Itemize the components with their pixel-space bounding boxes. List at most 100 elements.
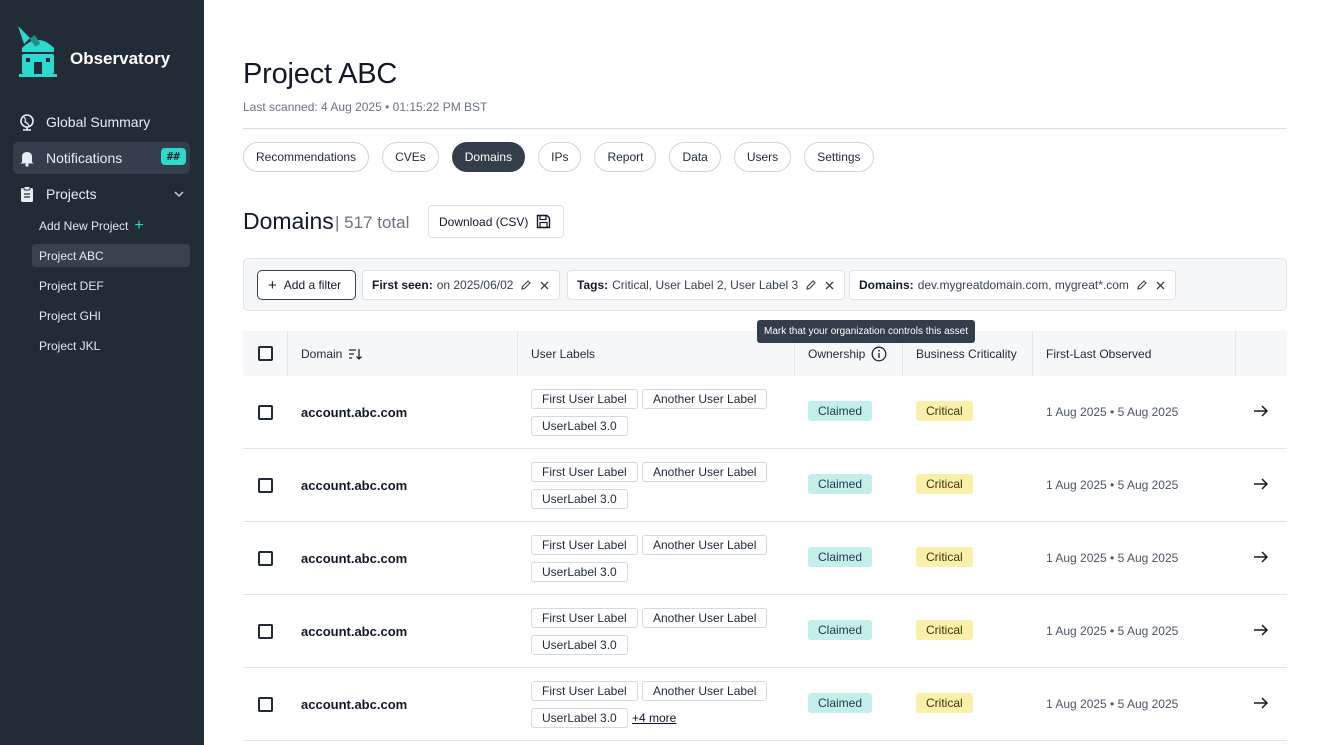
notification-badge: ## xyxy=(160,148,186,165)
filter-key: Tags: xyxy=(577,278,609,292)
table-row[interactable]: account.abc.com First User Label Another… xyxy=(243,376,1287,449)
user-label-tag: Another User Label xyxy=(642,462,768,482)
main-content: Project ABC Last scanned: 4 Aug 2025 • 0… xyxy=(204,0,1324,745)
arrow-right-icon[interactable] xyxy=(1252,694,1270,712)
chevron-down-icon[interactable] xyxy=(172,187,186,204)
table-row[interactable]: account.abc.com First User Label Another… xyxy=(243,668,1287,741)
user-label-tag: UserLabel 3.0 xyxy=(531,416,628,436)
filter-key: First seen: xyxy=(372,278,433,292)
row-checkbox[interactable] xyxy=(258,697,273,712)
observed-dates: 1 Aug 2025 • 5 Aug 2025 xyxy=(1046,697,1179,711)
nav-notifications[interactable]: Notifications ## xyxy=(13,142,190,174)
sidebar: Observatory Global Summary Notifications… xyxy=(0,0,204,745)
user-label-tag: Another User Label xyxy=(642,389,768,409)
row-checkbox[interactable] xyxy=(258,551,273,566)
column-label: Domain xyxy=(301,346,343,361)
save-icon xyxy=(536,214,551,229)
close-icon[interactable] xyxy=(824,280,835,291)
filter-chip-first-seen[interactable]: First seen: on 2025/06/02 xyxy=(362,270,561,300)
pencil-icon[interactable] xyxy=(1136,279,1148,291)
download-csv-button[interactable]: Download (CSV) xyxy=(428,205,564,238)
filter-chip-tags[interactable]: Tags: Critical, User Label 2, User Label… xyxy=(567,270,846,300)
arrow-right-icon[interactable] xyxy=(1252,402,1270,420)
download-label: Download (CSV) xyxy=(439,214,529,229)
add-project-label: Add New Project xyxy=(39,218,129,233)
filter-bar: + Add a filter First seen: on 2025/06/02… xyxy=(243,258,1287,311)
criticality-badge: Critical xyxy=(916,620,973,640)
observed-dates: 1 Aug 2025 • 5 Aug 2025 xyxy=(1046,551,1179,565)
column-header-first-last-observed[interactable]: First-Last Observed xyxy=(1046,331,1151,376)
section-title: Domains xyxy=(243,208,334,234)
sidebar-item-project-ghi[interactable]: Project GHI xyxy=(32,304,190,327)
column-label: Ownership xyxy=(808,346,866,361)
row-checkbox[interactable] xyxy=(258,405,273,420)
ownership-tooltip: Mark that your organization controls thi… xyxy=(757,320,975,343)
more-labels-link[interactable]: +4 more xyxy=(632,711,676,725)
sidebar-item-project-def[interactable]: Project DEF xyxy=(32,274,190,297)
tab-data[interactable]: Data xyxy=(669,142,721,172)
filter-value: Critical, User Label 2, User Label 3 xyxy=(612,278,799,292)
nav-global-summary[interactable]: Global Summary xyxy=(13,106,190,138)
domain-name[interactable]: account.abc.com xyxy=(301,405,407,420)
arrow-right-icon[interactable] xyxy=(1252,475,1270,493)
ownership-badge: Claimed xyxy=(808,401,873,421)
plus-icon: + xyxy=(268,276,277,294)
pencil-icon[interactable] xyxy=(805,279,817,291)
tab-bar: Recommendations CVEs Domains IPs Report … xyxy=(243,142,874,172)
sort-icon[interactable] xyxy=(348,348,363,360)
close-icon[interactable] xyxy=(1155,280,1166,291)
domain-name[interactable]: account.abc.com xyxy=(301,624,407,639)
table-row[interactable]: account.abc.com First User Label Another… xyxy=(243,595,1287,668)
column-divider xyxy=(1235,331,1236,376)
tab-settings[interactable]: Settings xyxy=(804,142,874,172)
observed-dates: 1 Aug 2025 • 5 Aug 2025 xyxy=(1046,478,1179,492)
select-all-checkbox-wrap xyxy=(258,331,273,376)
domain-name[interactable]: account.abc.com xyxy=(301,697,407,712)
project-label: Project JKL xyxy=(39,338,101,353)
column-header-domain[interactable]: Domain xyxy=(301,331,363,376)
add-new-project-button[interactable]: Add New Project + xyxy=(32,214,190,237)
divider xyxy=(243,128,1287,129)
close-icon[interactable] xyxy=(539,280,550,291)
user-label-tag: UserLabel 3.0 xyxy=(531,562,628,582)
pencil-icon[interactable] xyxy=(520,279,532,291)
column-divider xyxy=(287,331,288,376)
user-label-tag: Another User Label xyxy=(642,535,768,555)
tab-report[interactable]: Report xyxy=(594,142,657,172)
sidebar-item-project-jkl[interactable]: Project JKL xyxy=(32,334,190,357)
user-label-tag: UserLabel 3.0 xyxy=(531,635,628,655)
ownership-badge: Claimed xyxy=(808,474,873,494)
table-row[interactable]: account.abc.com First User Label Another… xyxy=(243,449,1287,522)
tab-recommendations[interactable]: Recommendations xyxy=(243,142,370,172)
arrow-right-icon[interactable] xyxy=(1252,548,1270,566)
user-label-tag: UserLabel 3.0 xyxy=(531,708,628,728)
column-header-user-labels[interactable]: User Labels xyxy=(531,331,595,376)
page-title: Project ABC xyxy=(243,58,398,90)
table-row[interactable]: account.abc.com First User Label Another… xyxy=(243,522,1287,595)
row-checkbox[interactable] xyxy=(258,624,273,639)
domain-name[interactable]: account.abc.com xyxy=(301,478,407,493)
user-label-tag: First User Label xyxy=(531,389,638,409)
nav-projects[interactable]: Projects xyxy=(13,178,190,210)
tab-cves[interactable]: CVEs xyxy=(382,142,439,172)
domain-name[interactable]: account.abc.com xyxy=(301,551,407,566)
tab-ips[interactable]: IPs xyxy=(538,142,582,172)
globe-icon xyxy=(17,112,37,132)
criticality-badge: Critical xyxy=(916,401,973,421)
sidebar-item-project-abc[interactable]: Project ABC xyxy=(32,244,190,267)
tab-users[interactable]: Users xyxy=(733,142,792,172)
bell-icon xyxy=(17,148,37,168)
filter-value: dev.mygreatdomain.com, mygreat*.com xyxy=(917,278,1129,292)
arrow-right-icon[interactable] xyxy=(1252,621,1270,639)
select-all-checkbox[interactable] xyxy=(258,346,273,361)
add-filter-button[interactable]: + Add a filter xyxy=(257,270,356,300)
user-label-tag: Another User Label xyxy=(642,681,768,701)
clipboard-icon xyxy=(17,184,37,204)
tab-domains[interactable]: Domains xyxy=(451,142,526,172)
filter-key: Domains: xyxy=(859,278,914,292)
row-checkbox[interactable] xyxy=(258,478,273,493)
info-icon[interactable] xyxy=(871,346,887,362)
filter-chip-domains[interactable]: Domains: dev.mygreatdomain.com, mygreat*… xyxy=(849,270,1176,300)
user-label-tag: UserLabel 3.0 xyxy=(531,489,628,509)
user-label-tag: First User Label xyxy=(531,535,638,555)
